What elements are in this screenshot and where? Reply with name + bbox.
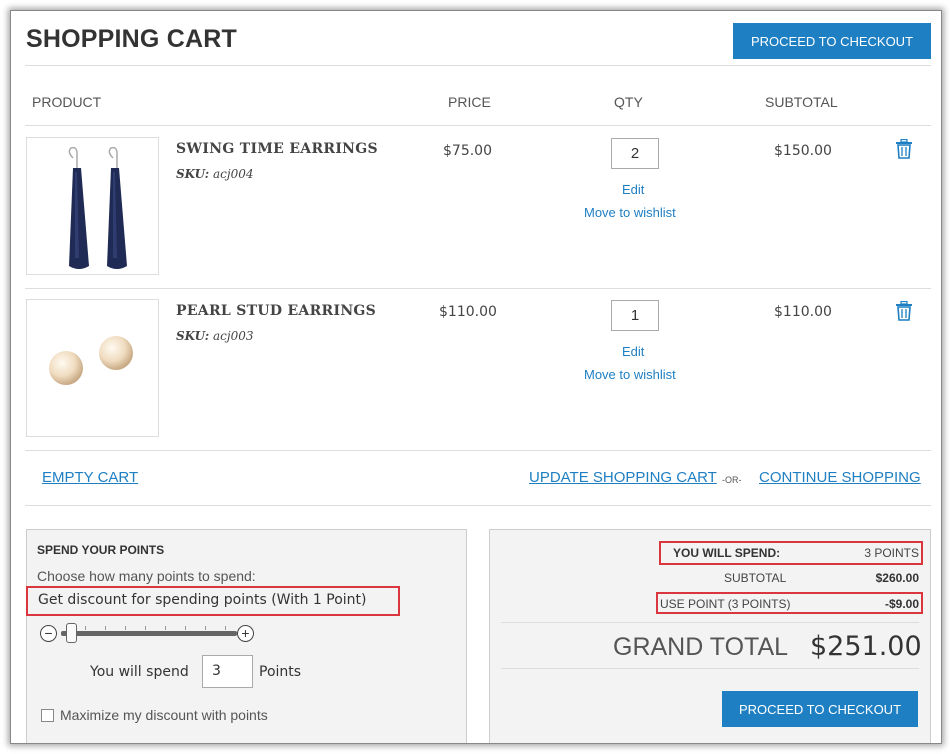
page-title: SHOPPING CART: [26, 25, 237, 53]
item-subtotal: $150.00: [774, 143, 832, 159]
divider: [25, 450, 931, 451]
slider-tick: [165, 626, 166, 630]
you-will-spend-value: 3 POINTS: [864, 546, 919, 560]
divider: [25, 505, 931, 506]
column-header-product: PRODUCT: [32, 94, 102, 110]
product-name[interactable]: SWING TIME EARRINGS: [176, 141, 378, 157]
product-name[interactable]: PEARL STUD EARRINGS: [176, 303, 376, 319]
move-to-wishlist-link[interactable]: Move to wishlist: [584, 205, 676, 220]
divider: [501, 622, 919, 623]
divider: [25, 288, 931, 289]
discount-rule-text: Get discount for spending points (With 1…: [38, 592, 367, 608]
grand-total-label: GRAND TOTAL: [613, 633, 789, 661]
use-point-label: USE POINT (3 POINTS): [660, 597, 791, 611]
proceed-to-checkout-button-top[interactable]: PROCEED TO CHECKOUT: [733, 23, 931, 59]
product-sku: SKU: acj004: [176, 167, 253, 181]
product-sku: SKU: acj003: [176, 329, 253, 343]
sku-label: SKU:: [176, 329, 210, 343]
product-price: $110.00: [439, 304, 497, 320]
points-suffix-label: Points: [259, 664, 302, 680]
column-header-price: PRICE: [448, 94, 491, 110]
points-slider-track[interactable]: [61, 631, 237, 636]
maximize-discount-label[interactable]: Maximize my discount with points: [60, 707, 268, 723]
slider-tick: [105, 626, 106, 630]
sku-value: acj003: [212, 329, 254, 343]
slider-plus-button[interactable]: +: [237, 625, 254, 642]
shopping-cart-page: SHOPPING CART PROCEED TO CHECKOUT PRODUC…: [10, 10, 942, 744]
subtotal-value: $260.00: [875, 571, 919, 585]
spend-points-title: SPEND YOUR POINTS: [37, 543, 165, 557]
item-subtotal: $110.00: [774, 304, 832, 320]
trash-icon[interactable]: [895, 300, 913, 321]
product-image-swing-time-earrings[interactable]: [26, 137, 159, 275]
you-will-spend-label: YOU WILL SPEND:: [673, 546, 781, 560]
quantity-input[interactable]: 1: [611, 300, 659, 331]
edit-link[interactable]: Edit: [622, 182, 644, 197]
slider-tick: [185, 626, 186, 630]
edit-link[interactable]: Edit: [622, 344, 644, 359]
divider: [501, 668, 919, 669]
continue-shopping-link[interactable]: CONTINUE SHOPPING: [759, 469, 921, 486]
empty-cart-link[interactable]: EMPTY CART: [42, 469, 138, 486]
column-header-subtotal: SUBTOTAL: [765, 94, 838, 110]
subtotal-label: SUBTOTAL: [724, 571, 787, 585]
use-point-value: -$9.00: [884, 597, 919, 611]
product-price: $75.00: [443, 143, 492, 159]
sku-label: SKU:: [176, 167, 210, 181]
grand-total-value: $251.00: [810, 631, 922, 662]
spend-prefix-label: You will spend: [90, 664, 189, 680]
divider: [25, 65, 931, 66]
move-to-wishlist-link[interactable]: Move to wishlist: [584, 367, 676, 382]
update-shopping-cart-link[interactable]: UPDATE SHOPPING CART: [529, 469, 717, 486]
slider-tick: [145, 626, 146, 630]
trash-icon[interactable]: [895, 138, 913, 159]
or-separator: -OR-: [722, 475, 742, 485]
sku-value: acj004: [212, 167, 254, 181]
slider-tick: [205, 626, 206, 630]
choose-points-text: Choose how many points to spend:: [37, 568, 256, 584]
product-image-pearl-stud-earrings[interactable]: [26, 299, 159, 437]
column-header-qty: QTY: [614, 94, 643, 110]
slider-tick: [225, 626, 226, 630]
points-slider-handle[interactable]: [66, 623, 77, 643]
proceed-to-checkout-button-bottom[interactable]: PROCEED TO CHECKOUT: [722, 691, 918, 727]
slider-minus-button[interactable]: −: [40, 625, 57, 642]
slider-tick: [85, 626, 86, 630]
divider: [25, 125, 931, 126]
slider-tick: [125, 626, 126, 630]
maximize-discount-checkbox[interactable]: [41, 709, 54, 722]
points-to-spend-input[interactable]: 3: [202, 655, 253, 688]
quantity-input[interactable]: 2: [611, 138, 659, 169]
